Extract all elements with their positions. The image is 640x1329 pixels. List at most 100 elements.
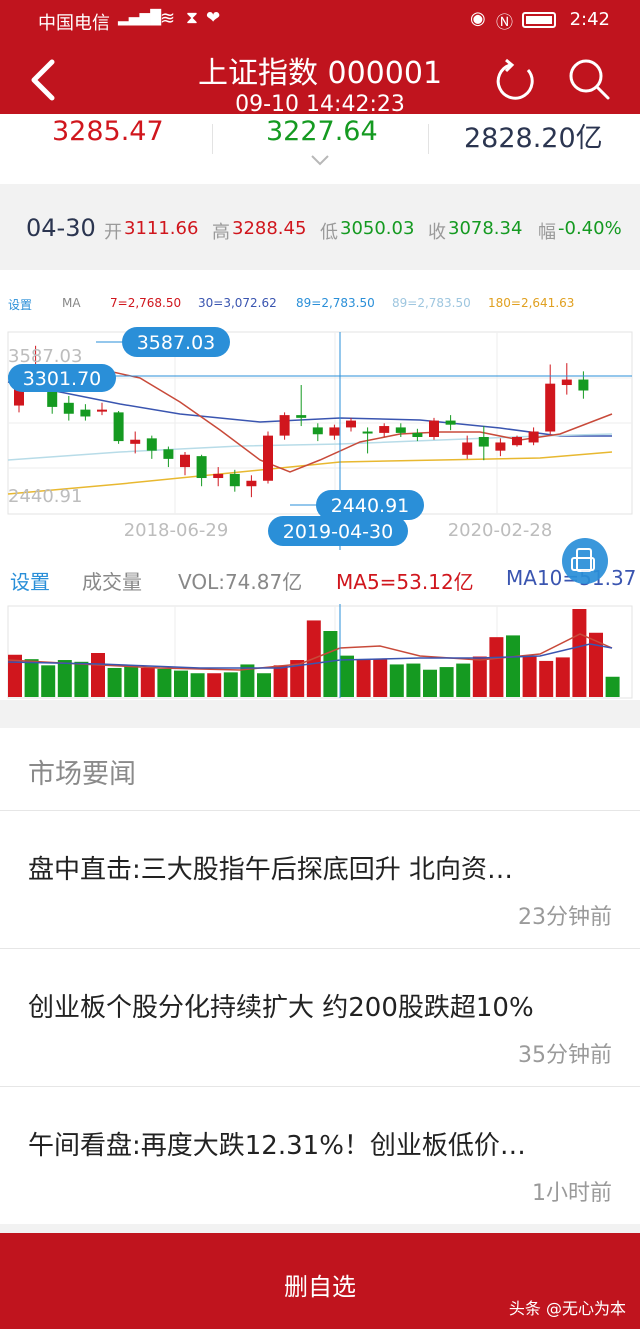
volume-bar (522, 655, 537, 697)
candle-body (395, 427, 406, 433)
cross-value-text: 3301.70 (23, 368, 102, 390)
volume-bar (91, 653, 105, 697)
volume-bar (572, 609, 587, 697)
candle-body (528, 431, 539, 443)
y-min-label: 2440.91 (8, 486, 82, 507)
volume-bar (207, 673, 222, 697)
candle-body (429, 420, 439, 437)
candle-body (263, 435, 273, 481)
candle-body (213, 473, 224, 479)
rotate-screen-button[interactable] (562, 538, 608, 584)
section-gap (0, 1224, 640, 1233)
candle-body (561, 379, 572, 386)
section-gap (0, 700, 640, 728)
volume-bar (57, 660, 72, 697)
volume-bar (605, 676, 620, 697)
current-price: 3285.47 (52, 116, 164, 147)
battery-icon (522, 12, 556, 28)
ma180-value: 180=2,641.63 (488, 296, 575, 310)
candle-body (163, 449, 174, 459)
volume-chart[interactable] (0, 604, 640, 700)
nfc-icon: Ⓝ (496, 13, 513, 33)
x-label: 2020-02-28 (448, 520, 553, 541)
close-label: 收 (428, 222, 446, 243)
volume-bar (423, 669, 437, 697)
news-item[interactable]: 盘中直击:三大股指午后探底回升 北向资… 23分钟前 (0, 810, 640, 948)
volume-bar (539, 660, 554, 697)
chevron-down-icon (311, 155, 329, 166)
volume-bar (340, 655, 354, 697)
search-icon (569, 59, 610, 100)
volume-bar (373, 659, 388, 697)
volume-bar (506, 635, 520, 697)
page-title: 上证指数 000001 (197, 56, 443, 91)
open-value: 3111.66 (124, 218, 199, 239)
divider (212, 124, 213, 154)
news-headline: 创业板个股分化持续扩大 约200股跌超10% (28, 993, 534, 1023)
volume-bar (107, 667, 122, 697)
volume-bar (24, 659, 39, 697)
change-label: 幅 (538, 222, 556, 243)
candle-body (329, 427, 340, 436)
volume-bar (41, 665, 56, 697)
x-label: 2018-06-29 (124, 520, 229, 541)
candle-body (279, 415, 290, 436)
news-item[interactable]: 创业板个股分化持续扩大 约200股跌超10% 35分钟前 (0, 948, 640, 1086)
low-bubble-text: 2440.91 (331, 495, 410, 517)
ma-label: MA (62, 296, 81, 310)
candle-body (146, 438, 157, 451)
vol-value: VOL:74.87亿 (178, 570, 303, 594)
refresh-button[interactable] (492, 56, 540, 104)
close-value: 3078.34 (448, 218, 523, 239)
candle-body (495, 442, 506, 451)
news-item[interactable]: 午间看盘:再度大跌12.31%！创业板低价… 1小时前 (0, 1086, 640, 1224)
news-time: 35分钟前 (518, 1043, 612, 1068)
app-header: 上证指数 000001 09-10 14:42:23 (0, 42, 640, 118)
volume-bar (439, 667, 454, 697)
candle-body (346, 420, 356, 428)
volume-type-label[interactable]: 成交量 (82, 566, 142, 595)
volume-bar (273, 665, 288, 697)
summary-date: 04-30 (26, 214, 96, 242)
candle-body (312, 427, 323, 435)
ma-settings-link[interactable]: 设置 (8, 296, 32, 313)
volume-bar (174, 670, 188, 697)
candle-body (246, 480, 257, 487)
candle-body (578, 379, 589, 391)
high-bubble-text: 3587.03 (137, 332, 216, 354)
volume-bar (555, 657, 570, 697)
candle-body (97, 409, 107, 412)
kline-chart[interactable]: 3587.03 2440.91 3587.03 3301.70 2440.91 … (0, 322, 640, 552)
candle-body (80, 409, 91, 417)
candle-body (445, 420, 456, 425)
candle-body (478, 436, 489, 447)
candle-body (63, 402, 74, 414)
ma7-value: 7=2,768.50 (110, 296, 182, 310)
app-notification-icon: ❤ (206, 8, 221, 28)
volume-bar (489, 637, 504, 697)
news-time: 23分钟前 (518, 905, 612, 930)
cross-date-text: 2019-04-30 (283, 521, 393, 543)
high-value: 3288.45 (232, 218, 307, 239)
volume-settings-link[interactable]: 设置 (10, 566, 50, 595)
y-max-label: 3587.03 (8, 346, 82, 367)
turnover-value: 2828.20亿 (464, 123, 603, 154)
ma89b-value: 89=2,783.50 (392, 296, 471, 310)
volume-bar (223, 672, 238, 697)
day-summary: 04-30 开 3111.66 高 3288.45 低 3050.03 收 30… (0, 184, 640, 270)
expand-button[interactable] (308, 150, 332, 170)
refresh-icon (496, 58, 534, 100)
volume-bar (472, 656, 487, 697)
search-button[interactable] (566, 56, 614, 104)
candle-body (362, 431, 373, 434)
volume-bar (124, 665, 139, 697)
candle-body (462, 442, 473, 455)
wifi-icon: ≋ (160, 8, 176, 29)
candle-body (113, 412, 124, 442)
volume-legend: 设置 成交量 VOL:74.87亿 MA5=53.12亿 MA10=51.37 (0, 562, 640, 596)
ma5-value: MA5=53.12亿 (336, 570, 474, 594)
clock-label: 2:42 (569, 9, 610, 30)
news-headline: 盘中直击:三大股指午后探底回升 北向资… (28, 855, 514, 885)
signal-icon: ▂▄▆█ (118, 10, 162, 26)
candle-body (412, 432, 423, 437)
